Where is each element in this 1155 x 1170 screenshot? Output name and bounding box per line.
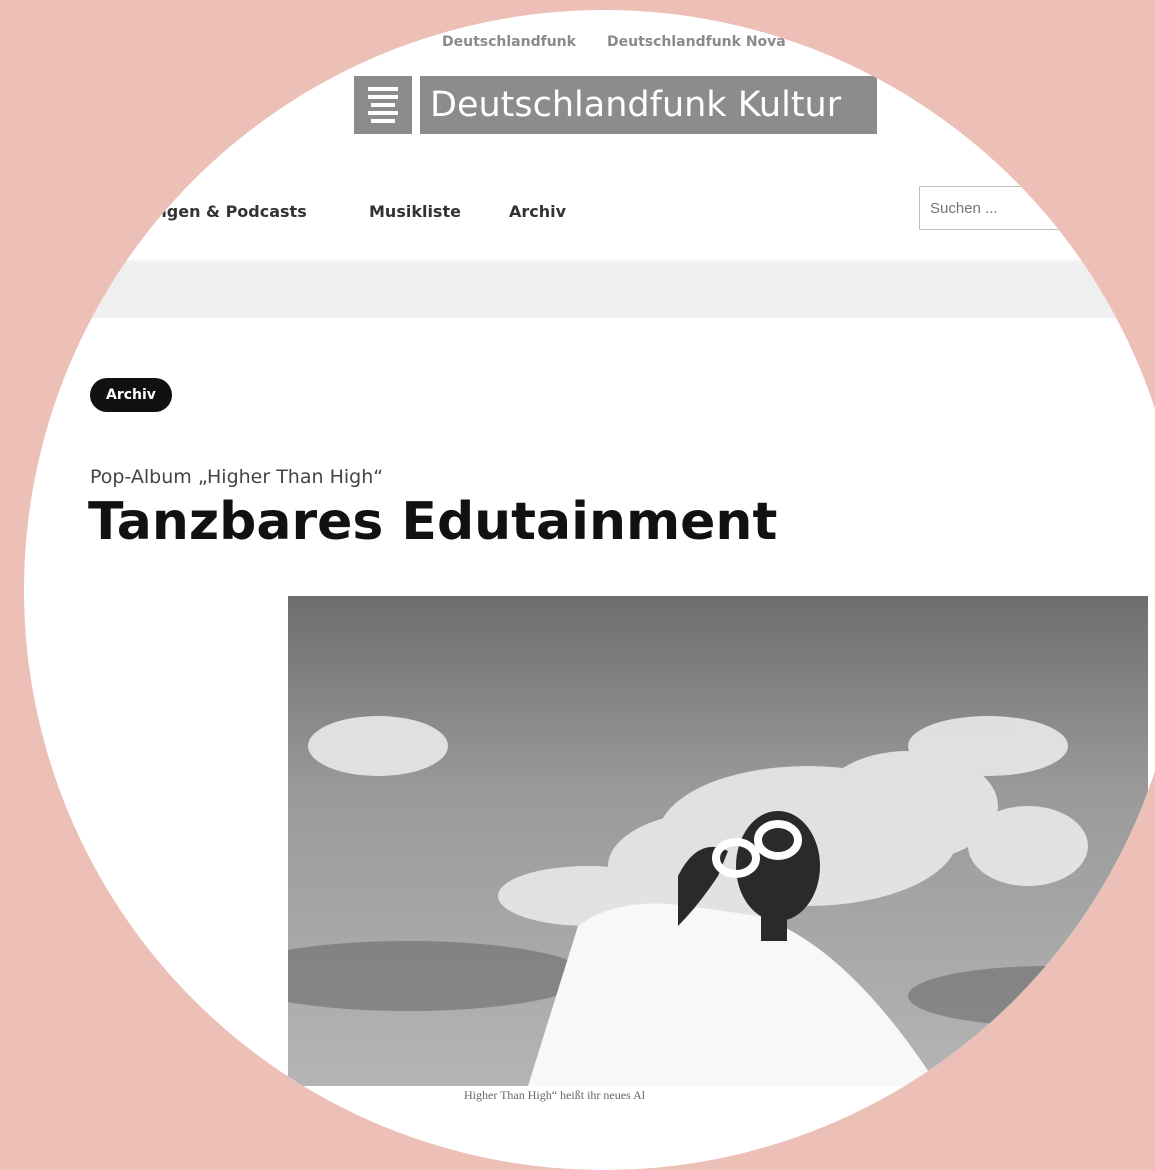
nav-item-sendungen-podcasts[interactable]: ungen & Podcasts: [144, 202, 307, 221]
archive-badge[interactable]: Archiv: [90, 378, 172, 412]
top-link-deutschlandfunk[interactable]: Deutschlandfunk: [442, 34, 576, 50]
image-caption: Higher Than High“ heißt ihr neues Al: [464, 1088, 646, 1102]
nav-item-archiv[interactable]: Archiv: [509, 202, 566, 221]
radio-logo-icon[interactable]: [354, 76, 412, 134]
browser-viewport-zoom: Deutschlandfunk Deutschlandfunk Nova Deu…: [24, 10, 1155, 1170]
archive-badge-label: Archiv: [106, 387, 156, 403]
hero-photo: [288, 596, 1148, 1086]
search-input[interactable]: [919, 186, 1139, 230]
nav-item-musikliste[interactable]: Musikliste: [369, 202, 461, 221]
article-title: Tanzbares Edutainment: [88, 492, 778, 552]
article-hero-image[interactable]: [288, 596, 1148, 1086]
brand-name: Deutschlandfunk Kultur: [430, 85, 842, 125]
top-link-deutschlandfunk-nova[interactable]: Deutschlandfunk Nova: [607, 34, 786, 50]
subnav-band: [24, 262, 1155, 318]
article-kicker: Pop-Album „Higher Than High“: [90, 466, 384, 488]
brand-logo[interactable]: Deutschlandfunk Kultur: [420, 76, 877, 134]
